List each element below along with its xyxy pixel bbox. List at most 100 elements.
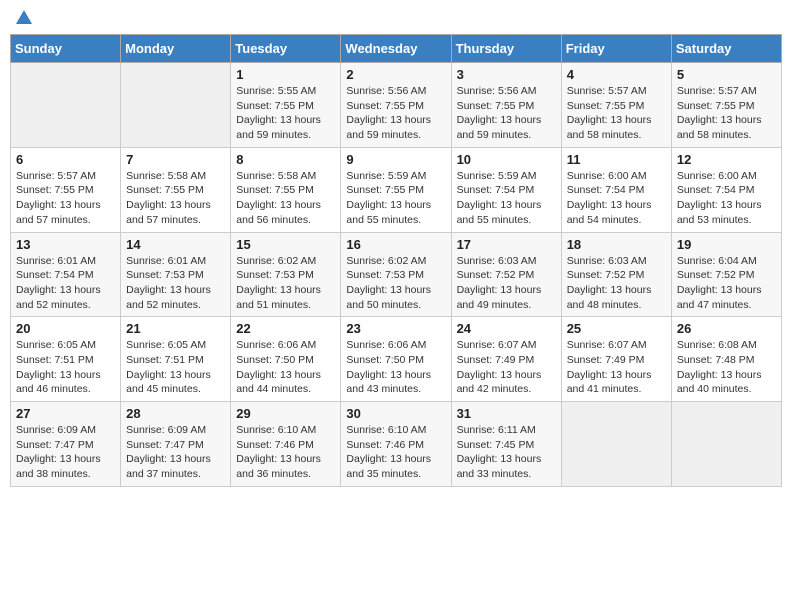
daylight-info: Daylight: 13 hours and 40 minutes. <box>677 369 762 396</box>
daylight-info: Daylight: 13 hours and 55 minutes. <box>457 199 542 226</box>
cell-info: Sunrise: 5:57 AMSunset: 7:55 PMDaylight:… <box>567 84 666 143</box>
daylight-info: Daylight: 13 hours and 48 minutes. <box>567 284 652 311</box>
sunset-info: Sunset: 7:54 PM <box>567 184 645 196</box>
daylight-info: Daylight: 13 hours and 56 minutes. <box>236 199 321 226</box>
sunrise-info: Sunrise: 6:01 AM <box>16 255 96 267</box>
sunset-info: Sunset: 7:55 PM <box>236 100 314 112</box>
sunrise-info: Sunrise: 5:56 AM <box>457 85 537 97</box>
sunset-info: Sunset: 7:55 PM <box>126 184 204 196</box>
cell-info: Sunrise: 6:08 AMSunset: 7:48 PMDaylight:… <box>677 338 776 397</box>
calendar-cell: 26 Sunrise: 6:08 AMSunset: 7:48 PMDayligh… <box>671 317 781 402</box>
daylight-info: Daylight: 13 hours and 42 minutes. <box>457 369 542 396</box>
sunrise-info: Sunrise: 6:00 AM <box>567 170 647 182</box>
day-number: 30 <box>346 406 445 421</box>
sunrise-info: Sunrise: 6:08 AM <box>677 339 757 351</box>
calendar-cell: 7Sunrise: 5:58 AMSunset: 7:55 PMDaylight… <box>121 147 231 232</box>
calendar-cell: 16Sunrise: 6:02 AMSunset: 7:53 PMDayligh… <box>341 232 451 317</box>
cell-info: Sunrise: 5:57 AMSunset: 7:55 PMDaylight:… <box>677 84 776 143</box>
day-number: 21 <box>126 321 225 336</box>
sunset-info: Sunset: 7:50 PM <box>236 354 314 366</box>
cell-info: Sunrise: 6:10 AMSunset: 7:46 PMDaylight:… <box>236 423 335 482</box>
calendar-cell: 6Sunrise: 5:57 AMSunset: 7:55 PMDaylight… <box>11 147 121 232</box>
daylight-info: Daylight: 13 hours and 46 minutes. <box>16 369 101 396</box>
calendar-week-row: 27 Sunrise: 6:09 AMSunset: 7:47 PMDayligh… <box>11 402 782 487</box>
calendar-week-row: 20Sunrise: 6:05 AMSunset: 7:51 PMDayligh… <box>11 317 782 402</box>
sunrise-info: Sunrise: 6:10 AM <box>236 424 316 436</box>
day-number: 3 <box>457 67 556 82</box>
day-number: 4 <box>567 67 666 82</box>
sunrise-info: Sunrise: 5:55 AM <box>236 85 316 97</box>
sunset-info: Sunset: 7:55 PM <box>346 100 424 112</box>
sunrise-info: Sunrise: 6:02 AM <box>236 255 316 267</box>
cell-info: Sunrise: 6:07 AMSunset: 7:49 PMDaylight:… <box>457 338 556 397</box>
header <box>10 10 782 26</box>
daylight-info: Daylight: 13 hours and 44 minutes. <box>236 369 321 396</box>
daylight-info: Daylight: 13 hours and 41 minutes. <box>567 369 652 396</box>
sunrise-info: Sunrise: 5:58 AM <box>126 170 206 182</box>
calendar-week-row: 1 Sunrise: 5:55 AM Sunset: 7:55 PM Daylight… <box>11 63 782 148</box>
calendar-cell: 1Sunrise: 5:55 AMSunset: 7:55 PMDaylight… <box>231 63 341 148</box>
sunrise-info: Sunrise: 6:03 AM <box>567 255 647 267</box>
cell-info: Sunrise: 6:10 AMSunset: 7:46 PMDaylight:… <box>346 423 445 482</box>
calendar-cell: 3 Sunrise: 5:56 AMSunset: 7:55 PMDaylight… <box>451 63 561 148</box>
sunrise-info: Sunrise: 5:57 AM <box>677 85 757 97</box>
sunset-info: Sunset: 7:55 PM <box>346 184 424 196</box>
day-number: 27 <box>16 406 115 421</box>
sunrise-info: Sunrise: 6:05 AM <box>16 339 96 351</box>
sunrise-info: Sunrise: 5:57 AM <box>567 85 647 97</box>
daylight-info: Daylight: 13 hours and 45 minutes. <box>126 369 211 396</box>
sunrise-info: Sunrise: 6:06 AM <box>236 339 316 351</box>
weekday-header-thursday: Thursday <box>451 35 561 63</box>
sunrise-info: Sunrise: 5:59 AM <box>346 170 426 182</box>
cell-info: Sunrise: 5:56 AMSunset: 7:55 PMDaylight:… <box>346 84 445 143</box>
cell-info: Sunrise: 6:07 AMSunset: 7:49 PMDaylight:… <box>567 338 666 397</box>
calendar-cell: 4Sunrise: 5:57 AMSunset: 7:55 PMDaylight… <box>561 63 671 148</box>
sunset-info: Sunset: 7:54 PM <box>16 269 94 281</box>
cell-info: Sunrise: 6:11 AMSunset: 7:45 PMDaylight:… <box>457 423 556 482</box>
sunset-info: Sunset: 7:54 PM <box>457 184 535 196</box>
daylight-info: Daylight: 13 hours and 53 minutes. <box>677 199 762 226</box>
weekday-header-sunday: Sunday <box>11 35 121 63</box>
weekday-header-tuesday: Tuesday <box>231 35 341 63</box>
sunset-info: Sunset: 7:46 PM <box>346 439 424 451</box>
day-number: 8 <box>236 152 335 167</box>
sunset-info: Sunset: 7:52 PM <box>677 269 755 281</box>
cell-info: Sunrise: 5:56 AMSunset: 7:55 PMDaylight:… <box>457 84 556 143</box>
calendar-week-row: 13 Sunrise: 6:01 AM Sunset: 7:54 PM Dayligh… <box>11 232 782 317</box>
sunset-info: Sunset: 7:55 PM <box>567 100 645 112</box>
day-number: 13 <box>16 237 115 252</box>
weekday-header-wednesday: Wednesday <box>341 35 451 63</box>
sunset-info: Sunset: 7:49 PM <box>457 354 535 366</box>
sunrise-info: Sunrise: 6:11 AM <box>457 424 536 436</box>
sunset-info: Sunset: 7:52 PM <box>457 269 535 281</box>
day-number: 26 <box>677 321 776 336</box>
calendar-cell: 21 Sunrise: 6:05 AMSunset: 7:51 PMDayligh… <box>121 317 231 402</box>
calendar-cell: 9Sunrise: 5:59 AMSunset: 7:55 PMDaylight… <box>341 147 451 232</box>
cell-info: Sunrise: 5:58 AMSunset: 7:55 PMDaylight:… <box>236 169 335 228</box>
cell-info: Sunrise: 6:04 AMSunset: 7:52 PMDaylight:… <box>677 254 776 313</box>
sunrise-info: Sunrise: 6:09 AM <box>16 424 96 436</box>
daylight-info: Daylight: 13 hours and 43 minutes. <box>346 369 431 396</box>
sunrise-info: Sunrise: 6:06 AM <box>346 339 426 351</box>
daylight-info: Daylight: 13 hours and 52 minutes. <box>126 284 211 311</box>
daylight-info: Daylight: 13 hours and 58 minutes. <box>677 114 762 141</box>
day-number: 15 <box>236 237 335 252</box>
cell-info: Sunrise: 6:01 AMSunset: 7:54 PMDaylight:… <box>16 254 115 313</box>
daylight-info: Daylight: 13 hours and 51 minutes. <box>236 284 321 311</box>
day-number: 11 <box>567 152 666 167</box>
calendar-cell: 13Sunrise: 6:01 AMSunset: 7:54 PMDayligh… <box>11 232 121 317</box>
weekday-header-friday: Friday <box>561 35 671 63</box>
calendar-cell: 15 Sunrise: 6:02 AM Sunset: 7:53 PM Dayligh… <box>231 232 341 317</box>
day-number: 9 <box>346 152 445 167</box>
day-number: 1 <box>236 67 335 82</box>
cell-info: Sunrise: 6:05 AMSunset: 7:51 PMDaylight:… <box>16 338 115 397</box>
cell-info: Sunrise: 6:05 AMSunset: 7:51 PMDaylight:… <box>126 338 225 397</box>
cell-info: Sunrise: 5:59 AMSunset: 7:54 PMDaylight:… <box>457 169 556 228</box>
cell-info: Sunrise: 6:09 AMSunset: 7:47 PMDaylight:… <box>126 423 225 482</box>
day-number: 17 <box>457 237 556 252</box>
cell-info: Sunrise: 6:00 AMSunset: 7:54 PMDaylight:… <box>567 169 666 228</box>
sunset-info: Sunset: 7:53 PM <box>236 269 314 281</box>
calendar-cell: 27Sunrise: 6:09 AMSunset: 7:47 PMDayligh… <box>11 402 121 487</box>
calendar-cell: 19Sunrise: 6:04 AMSunset: 7:52 PMDayligh… <box>671 232 781 317</box>
cell-info: Sunrise: 5:58 AMSunset: 7:55 PMDaylight:… <box>126 169 225 228</box>
